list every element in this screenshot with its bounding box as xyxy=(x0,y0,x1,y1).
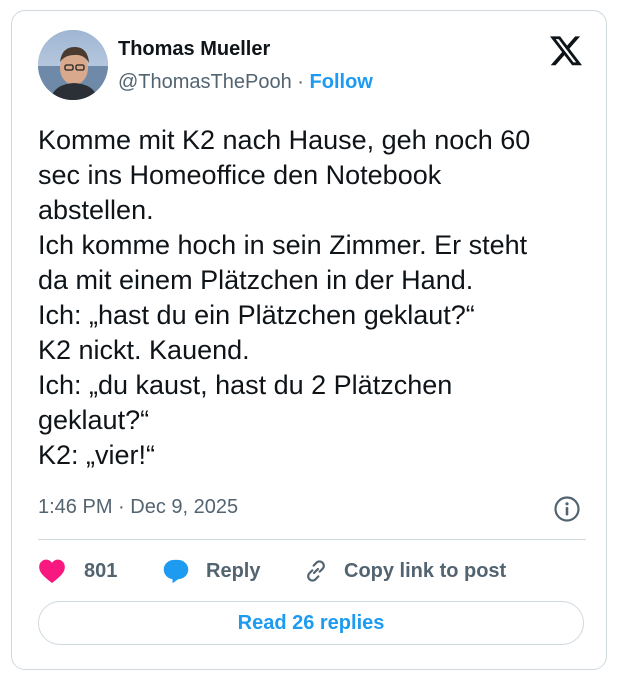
action-bar: 801 Reply Copy link to post xyxy=(38,551,586,591)
read-replies-button[interactable]: Read 26 replies xyxy=(38,601,584,645)
tweet-line: Komme mit K2 nach Hause, geh noch 60 xyxy=(38,125,531,155)
author-handle[interactable]: @ThomasThePooh xyxy=(118,71,292,93)
timestamp-separator: · xyxy=(118,496,125,518)
speech-bubble-icon xyxy=(163,559,189,584)
heart-icon xyxy=(39,559,65,584)
author-name[interactable]: Thomas Mueller xyxy=(118,38,270,61)
tweet-line: Ich komme hoch in sein Zimmer. Er steht xyxy=(38,230,528,260)
tweet-line: K2 nickt. Kauend. xyxy=(38,335,250,365)
tweet-line: Ich: „du kaust, hast du 2 Plätzchen xyxy=(38,370,453,400)
tweet-timestamp[interactable]: 1:46 PM · Dec 9, 2025 xyxy=(38,496,238,519)
reply-label: Reply xyxy=(206,559,261,582)
tweet-line: geklaut?“ xyxy=(38,405,150,435)
tweet-line: Ich: „hast du ein Plätzchen geklaut?“ xyxy=(38,300,475,330)
copy-link-label: Copy link to post xyxy=(344,559,507,582)
tweet-line: da mit einem Plätzchen in der Hand. xyxy=(38,265,474,295)
tweet-card: Thomas Mueller @ThomasThePooh · Follow K… xyxy=(11,10,607,670)
follow-button[interactable]: Follow xyxy=(310,71,373,93)
tweet-text: Komme mit K2 nach Hause, geh noch 60 sec… xyxy=(38,123,586,473)
copy-link-button[interactable]: Copy link to post xyxy=(302,551,506,591)
tweet-time: 1:46 PM xyxy=(38,496,113,518)
author-handle-row: @ThomasThePooh · Follow xyxy=(118,71,373,94)
author-avatar[interactable] xyxy=(38,30,108,100)
x-logo-icon[interactable] xyxy=(550,36,582,66)
link-icon xyxy=(307,560,325,582)
read-replies-label: Read 26 replies xyxy=(237,611,385,634)
handle-separator: · xyxy=(297,71,304,93)
avatar-photo xyxy=(38,30,108,100)
tweet-date: Dec 9, 2025 xyxy=(130,496,239,518)
tweet-line: K2: „vier!“ xyxy=(38,440,156,470)
divider xyxy=(38,539,586,540)
info-icon[interactable] xyxy=(553,495,581,523)
tweet-line: sec ins Homeoffice den Notebook xyxy=(38,160,442,190)
like-count: 801 xyxy=(84,559,118,582)
reply-button[interactable]: Reply xyxy=(162,551,260,591)
tweet-line: abstellen. xyxy=(38,195,154,225)
like-button[interactable]: 801 xyxy=(38,551,117,591)
